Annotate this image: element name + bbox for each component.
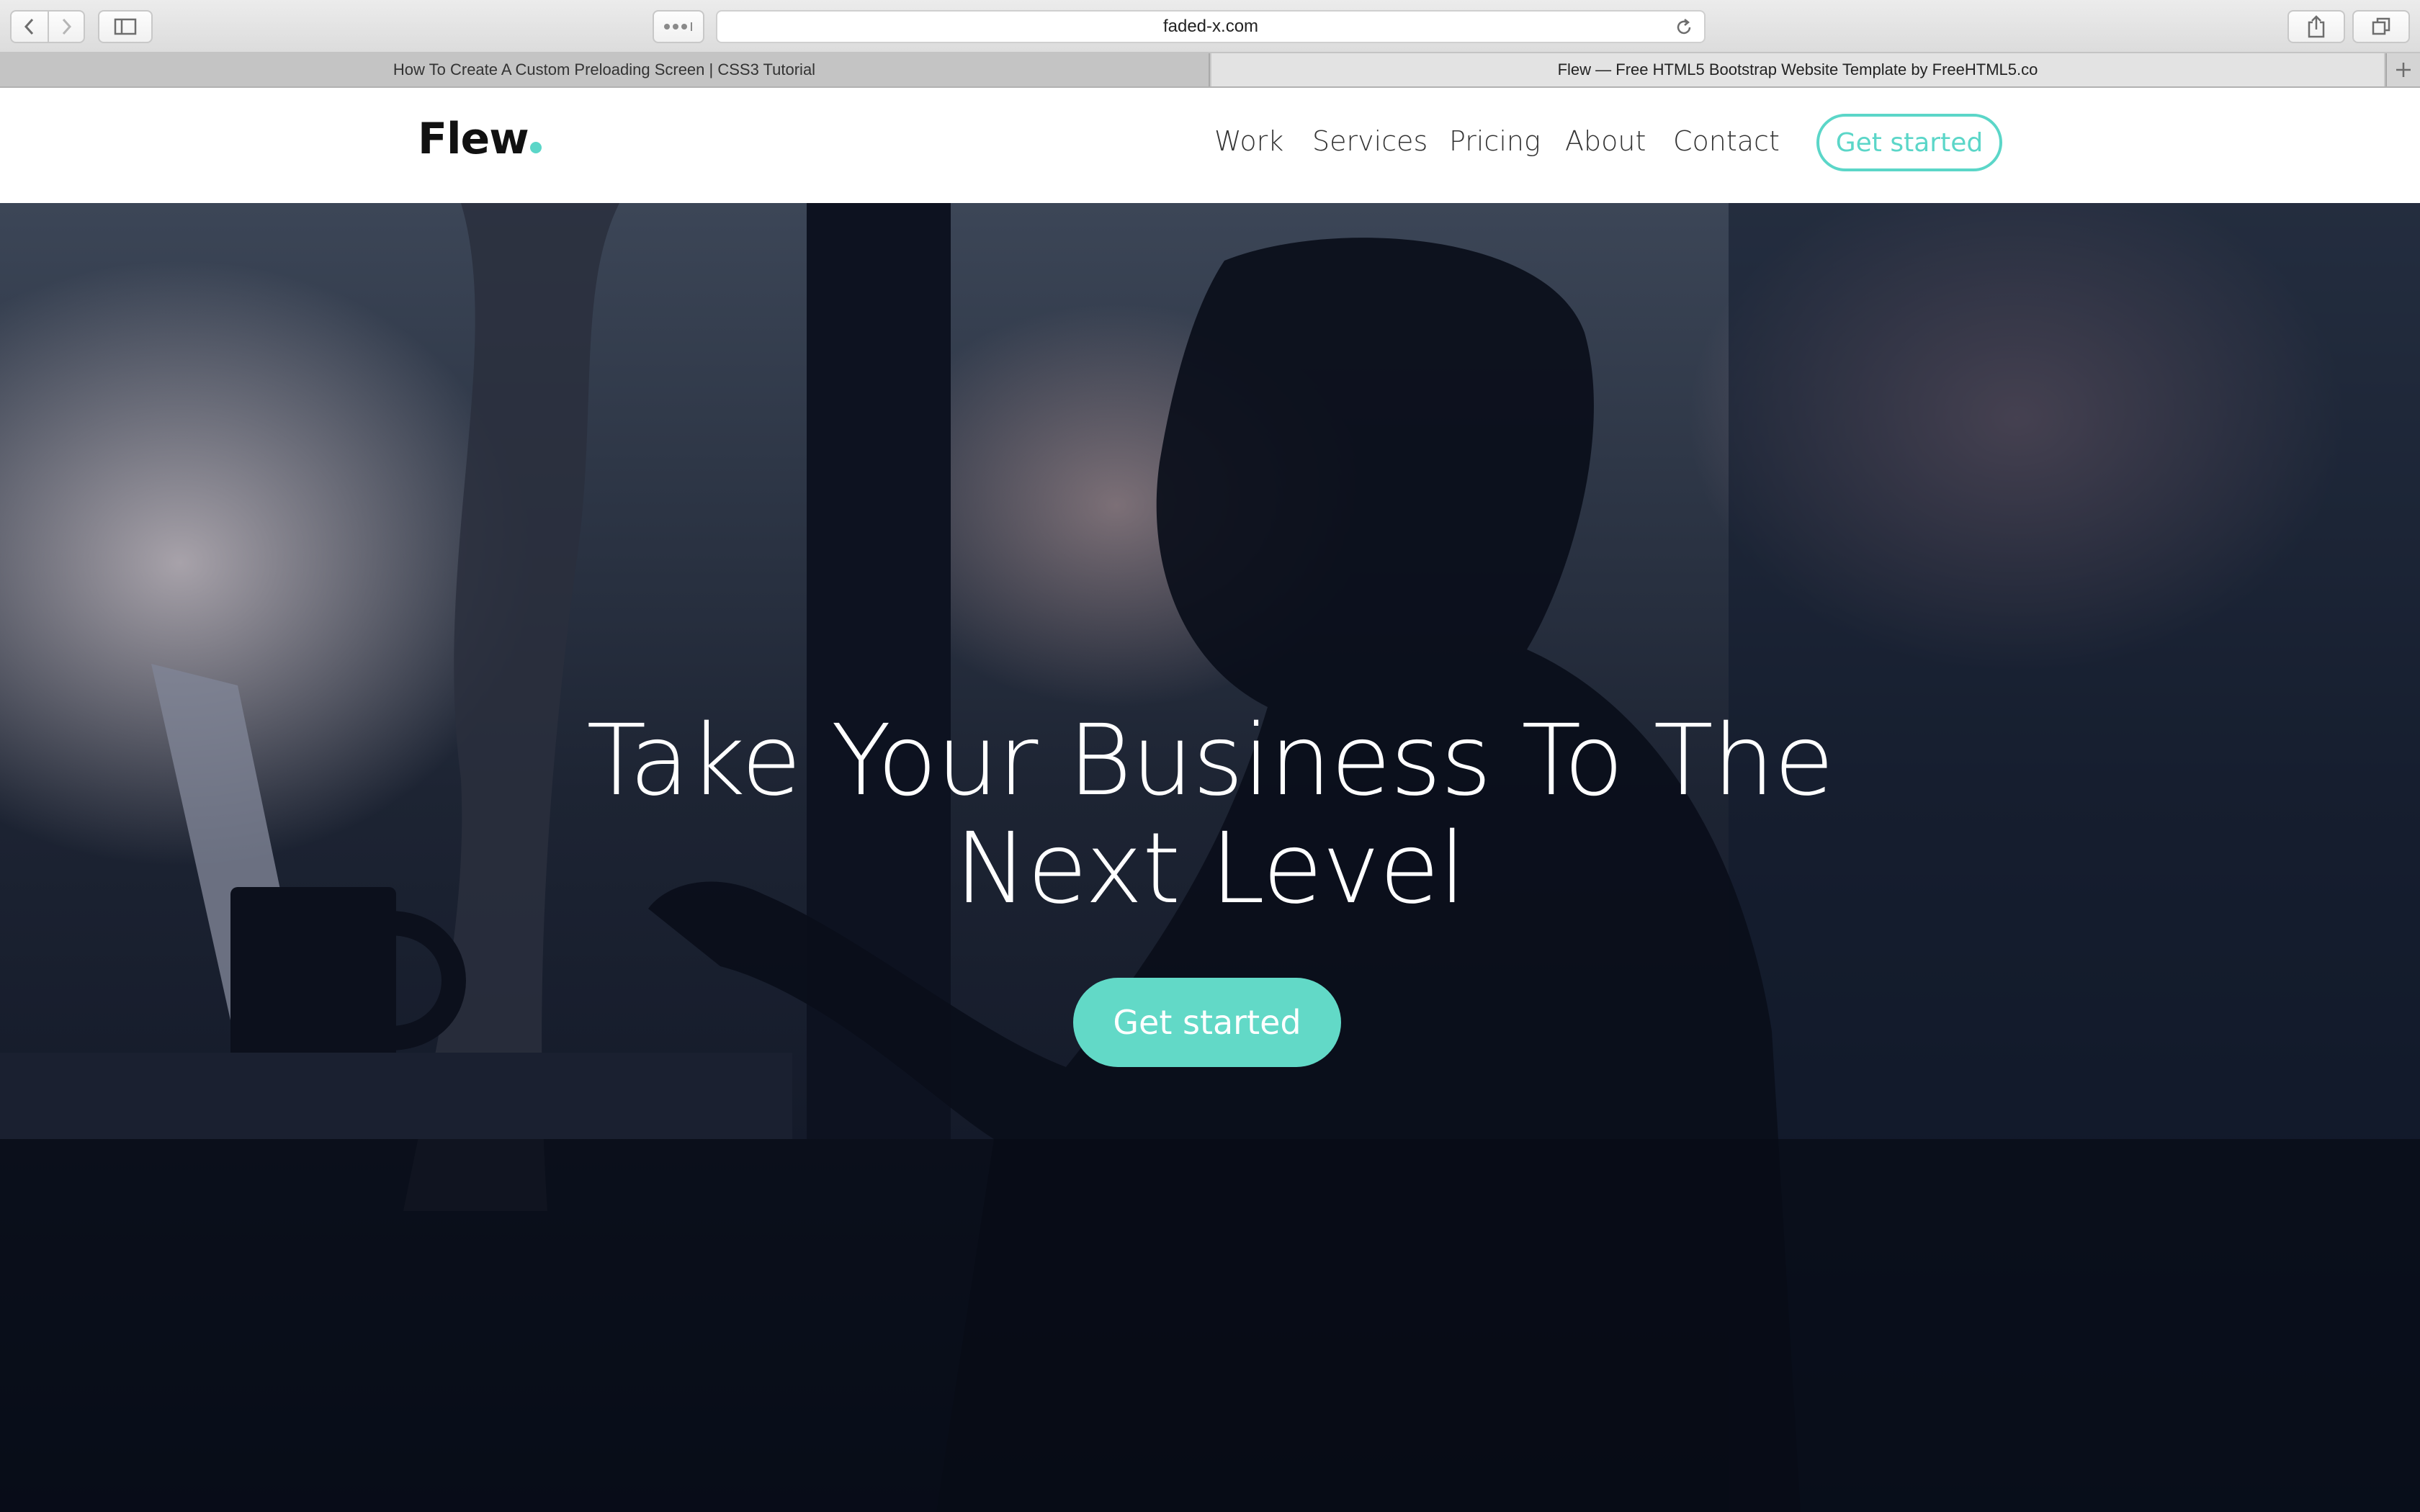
tab-inactive[interactable]: How To Create A Custom Preloading Screen… <box>0 53 1210 86</box>
nav-about[interactable]: About <box>1565 125 1646 161</box>
hero-get-started-button[interactable]: Get started <box>1073 978 1341 1067</box>
tab-bar: How To Create A Custom Preloading Screen… <box>0 53 2420 88</box>
site-header: Flew Work Services Pricing About Contact… <box>0 88 2420 203</box>
forward-icon <box>62 18 72 35</box>
logo-dot <box>529 142 542 153</box>
browser-toolbar: faded-x.com <box>0 0 2420 53</box>
tabs-icon <box>2372 17 2390 35</box>
sidebar-icon <box>114 18 137 35</box>
url-text: faded-x.com <box>1162 17 1259 36</box>
new-tab-plus-icon <box>2396 63 2411 77</box>
forward-button[interactable] <box>48 12 84 42</box>
sidebar-button[interactable] <box>98 10 153 43</box>
nav-work[interactable]: Work <box>1214 125 1283 161</box>
share-button[interactable] <box>2287 10 2345 43</box>
hero-title: Take Your Business To The Next Level <box>490 707 1930 923</box>
show-tabs-button[interactable] <box>2352 10 2410 43</box>
back-button[interactable] <box>12 12 48 42</box>
nav-pricing[interactable]: Pricing <box>1449 125 1541 161</box>
reload-icon[interactable] <box>1674 17 1694 37</box>
back-icon <box>24 18 34 35</box>
site-logo[interactable]: Flew <box>418 114 542 164</box>
tab-overview-dots-icon <box>664 22 692 31</box>
tab-overview-button[interactable] <box>653 10 704 43</box>
address-bar[interactable]: faded-x.com <box>716 10 1706 43</box>
new-tab-button[interactable] <box>2385 53 2420 86</box>
nav-services[interactable]: Services <box>1312 125 1428 161</box>
share-icon <box>2308 15 2325 38</box>
history-nav-group <box>10 10 85 43</box>
hero-section: Take Your Business To The Next Level Get… <box>0 203 2420 1512</box>
header-get-started-button[interactable]: Get started <box>1816 114 2002 171</box>
hero-title-line-2: Next Level <box>954 812 1466 926</box>
logo-text: Flew <box>418 114 529 164</box>
nav-contact[interactable]: Contact <box>1673 125 1780 161</box>
hero-title-line-1: Take Your Business To The <box>586 704 1834 818</box>
tab-active[interactable]: Flew — Free HTML5 Bootstrap Website Temp… <box>1211 53 2384 86</box>
